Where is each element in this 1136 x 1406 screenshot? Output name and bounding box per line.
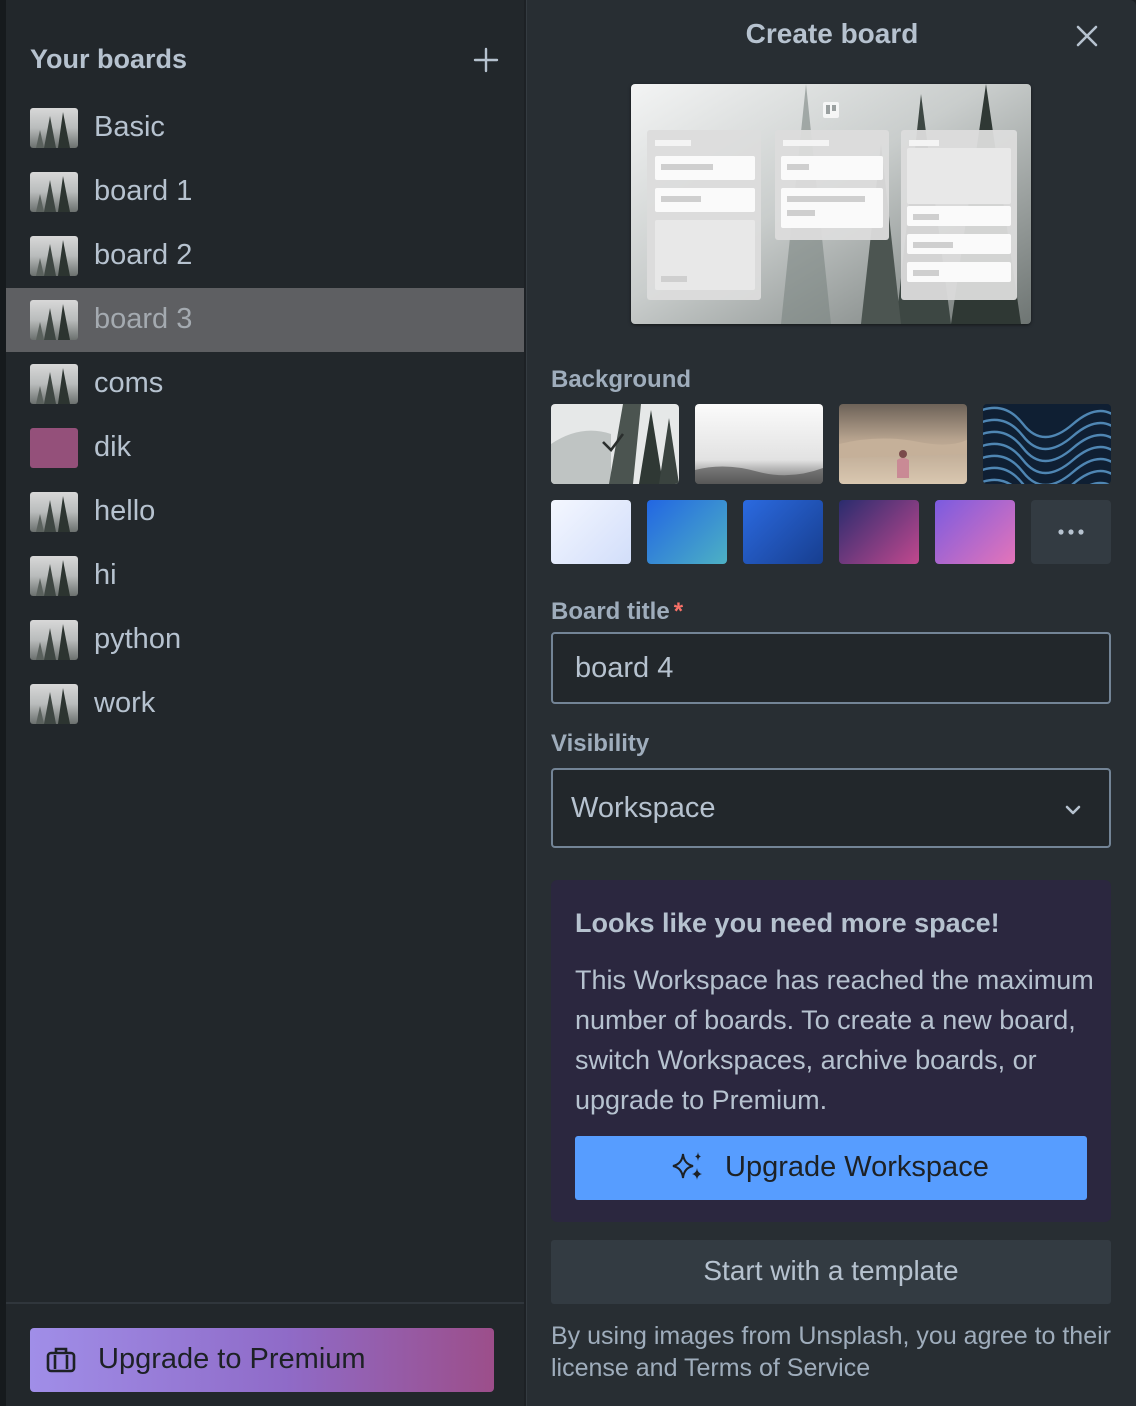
background-color-deep-blue[interactable] [743, 500, 823, 564]
board-item-active[interactable]: board 3 [6, 288, 524, 352]
background-photo-desert-person[interactable] [839, 404, 967, 484]
upgrade-workspace-label: Upgrade Workspace [725, 1151, 989, 1183]
notice-heading: Looks like you need more space! [575, 908, 1000, 938]
background-photo-foggy-landscape[interactable] [695, 404, 823, 484]
workspace-limit-notice: Looks like you need more space! This Wor… [551, 880, 1111, 1222]
add-board-button[interactable] [468, 42, 504, 78]
board-label: board 2 [94, 239, 193, 271]
board-label: coms [94, 367, 164, 399]
background-color-blue-teal[interactable] [647, 500, 727, 564]
background-color-purple-pink[interactable] [935, 500, 1015, 564]
sidebar-title: Your boards [30, 44, 188, 74]
create-board-panel: Create board Background Board title * bo… [526, 0, 1136, 1406]
board-thumbnail [30, 684, 78, 724]
board-thumbnail [30, 492, 78, 532]
board-thumbnail [30, 108, 78, 148]
board-thumbnail [30, 172, 78, 212]
upgrade-workspace-button[interactable]: Upgrade Workspace [575, 1136, 1087, 1200]
upgrade-premium-button[interactable]: Upgrade to Premium [30, 1328, 494, 1392]
briefcase-icon [46, 1347, 76, 1373]
board-label: python [94, 623, 182, 655]
board-label: hi [94, 559, 117, 591]
board-label: work [94, 687, 156, 719]
board-item[interactable]: hi [6, 544, 524, 608]
required-mark: * [673, 598, 684, 625]
board-item[interactable]: hello [6, 480, 524, 544]
panel-title: Create board [745, 18, 919, 49]
board-label: board 1 [94, 175, 193, 207]
background-photo-blue-waves[interactable] [983, 404, 1111, 484]
board-thumbnail [30, 364, 78, 404]
board-preview [631, 84, 1031, 324]
board-thumbnail [30, 556, 78, 596]
board-label: board 3 [94, 303, 193, 335]
template-button-label: Start with a template [703, 1255, 959, 1286]
board-item[interactable]: board 1 [6, 160, 524, 224]
plus-icon [473, 47, 499, 73]
board-thumbnail [30, 300, 78, 340]
board-item[interactable]: dik [6, 416, 524, 480]
close-icon [1076, 25, 1098, 47]
background-color-light-blue[interactable] [551, 500, 631, 564]
background-label: Background [551, 366, 692, 393]
board-item[interactable]: python [6, 608, 524, 672]
visibility-value: Workspace [571, 792, 716, 824]
board-thumbnail-color [30, 428, 78, 468]
board-item[interactable]: work [6, 672, 524, 736]
board-title-label-text: Board title [551, 598, 670, 625]
upgrade-premium-label: Upgrade to Premium [98, 1343, 366, 1375]
board-item[interactable]: board 2 [6, 224, 524, 288]
start-with-template-button[interactable]: Start with a template [551, 1240, 1111, 1304]
background-color-navy-magenta[interactable] [839, 500, 919, 564]
board-thumbnail [30, 620, 78, 660]
notice-body: This Workspace has reached the maximum n… [575, 965, 1094, 1115]
board-title-label: Board title * [551, 598, 683, 626]
board-item[interactable]: Basic [6, 96, 524, 160]
boards-sidebar: Your boards Basic board 1 board 2 board … [6, 0, 524, 1406]
more-backgrounds-button[interactable] [1031, 500, 1111, 564]
more-icon [1058, 529, 1084, 535]
board-thumbnail [30, 236, 78, 276]
close-button[interactable] [1071, 20, 1103, 52]
board-title-input[interactable] [551, 632, 1111, 704]
visibility-select[interactable]: Workspace [551, 768, 1111, 848]
chevron-down-icon [1065, 805, 1081, 815]
sparkle-icon [672, 1152, 702, 1180]
board-label: hello [94, 495, 156, 527]
unsplash-terms-note: By using images from Unsplash, you agree… [551, 1322, 1111, 1382]
board-item[interactable]: coms [6, 352, 524, 416]
background-photo-snowy-forest[interactable] [551, 404, 679, 484]
board-label: Basic [94, 111, 165, 143]
board-label: dik [94, 431, 132, 463]
sidebar-divider [6, 1302, 524, 1304]
visibility-label: Visibility [551, 730, 650, 757]
board-list: Basic board 1 board 2 board 3 coms dik h… [6, 96, 524, 736]
